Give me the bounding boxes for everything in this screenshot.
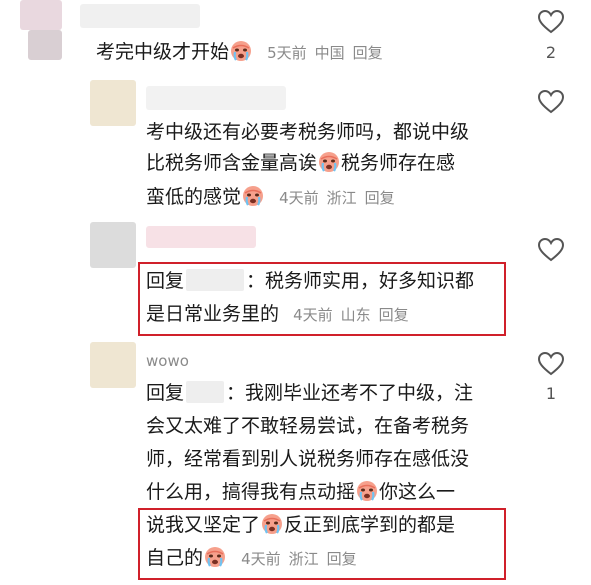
timestamp: 5天前: [267, 44, 307, 62]
heart-icon[interactable]: [538, 10, 564, 34]
comment-line: 师，经常看到别人说税务师存在感低没: [146, 448, 470, 470]
comment-line-part: 蛮低的感觉: [146, 186, 242, 208]
comment-line: 会又太难了不敢轻易尝试，在备考税务: [146, 415, 470, 437]
heart-icon[interactable]: [538, 238, 564, 262]
crying-emoji-icon: [230, 40, 252, 62]
username[interactable]: wowo: [146, 352, 189, 370]
crying-emoji-icon: [356, 480, 378, 502]
reply-button[interactable]: 回复: [353, 44, 383, 62]
username-blurred: [146, 226, 256, 248]
location: 浙江: [326, 189, 357, 207]
username-blurred: [146, 86, 286, 110]
comment-line: 回复 ：我刚毕业还考不了中级，注: [146, 378, 473, 409]
timestamp: 4天前: [279, 189, 319, 207]
heart-icon[interactable]: [538, 352, 564, 376]
avatar[interactable]: [90, 222, 136, 268]
crying-emoji-icon: [242, 185, 264, 207]
reply-prefix: 回复: [146, 382, 185, 404]
heart-icon[interactable]: [538, 90, 564, 114]
reply-button[interactable]: 回复: [365, 189, 395, 207]
replied-user-blurred[interactable]: [186, 381, 225, 403]
avatar-blur: [28, 30, 62, 60]
like-count: 2: [545, 43, 557, 62]
comment-line: 比税务师含金量高诶 税务师存在感: [146, 148, 455, 179]
comment-line-part: 什么用，搞得我有点动摇: [146, 481, 356, 503]
like-count: 1: [545, 384, 557, 403]
location: 中国: [314, 44, 345, 62]
highlight-box: [138, 508, 506, 580]
comment-line-part: 比税务师含金量高诶: [146, 152, 318, 174]
comment-text: 考完中级才开始 5天前 中国 回复: [96, 37, 383, 69]
comment-line: 考完中级才开始: [96, 41, 230, 63]
comment-line: 考中级还有必要考税务师吗，都说中级: [146, 121, 470, 143]
avatar[interactable]: [90, 80, 136, 126]
comment-line-part: 你这么一: [379, 481, 456, 503]
comment-line: 蛮低的感觉 4天前 浙江 回复: [146, 182, 395, 214]
crying-emoji-icon: [318, 151, 340, 173]
avatar[interactable]: [90, 342, 136, 388]
username-blurred: [80, 4, 200, 28]
comment-line-part: ：我刚毕业还考不了中级，注: [226, 382, 474, 404]
avatar[interactable]: [20, 0, 62, 30]
comment-line-part: 税务师存在感: [341, 152, 456, 174]
highlight-box: [138, 262, 506, 336]
comment-line: 什么用，搞得我有点动摇 你这么一: [146, 477, 455, 508]
